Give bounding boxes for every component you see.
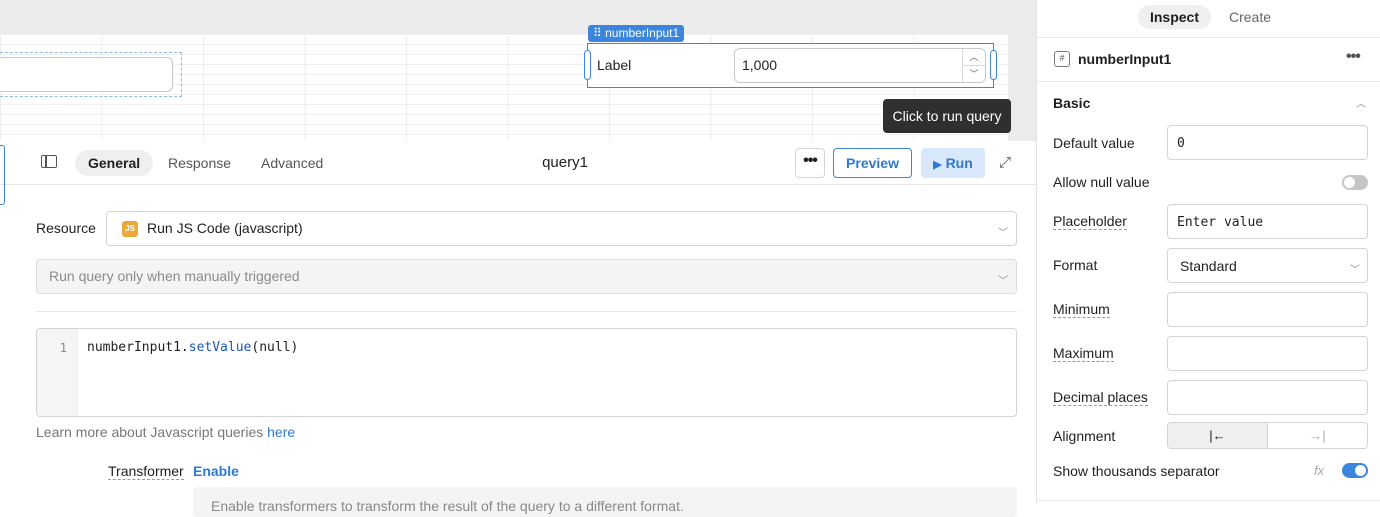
resource-value: Run JS Code (javascript) [147,220,303,236]
maximum-label: Maximum [1053,345,1114,362]
run-button[interactable]: ▶ Run [921,148,985,178]
chevron-up-icon[interactable]: ︿ [963,49,985,66]
component-more-button[interactable]: ••• [1346,48,1361,66]
format-value: Standard [1180,258,1237,274]
chevron-down-icon: ﹀ [998,228,1008,239]
alignment-toggle-group: |← →| [1167,422,1368,449]
code-line[interactable]: numberInput1.setValue(null) [87,340,298,355]
format-select[interactable]: Standard ﹀ [1167,248,1368,283]
decimal-places-label: Decimal places [1053,389,1148,406]
minimum-label: Minimum [1053,301,1110,318]
placeholder-label: Placeholder [1053,213,1127,230]
default-value-label: Default value [1053,135,1135,151]
default-value: 0 [1177,136,1185,151]
transformer-label: Transformer [108,463,184,480]
tab-create[interactable]: Create [1217,5,1283,29]
minimum-input[interactable] [1167,292,1368,327]
transformer-hint: Enable transformers to transform the res… [211,498,684,514]
resize-handle-left[interactable] [584,50,591,80]
component-name[interactable]: numberInput1 [1078,51,1171,67]
learn-more-link[interactable]: here [267,424,295,440]
more-options-button[interactable]: ••• [795,148,825,178]
divider [36,311,1017,312]
placeholder-value: Enter value [1177,215,1264,230]
code-method: setValue [188,340,252,355]
code-editor[interactable]: 1 numberInput1.setValue(null) [36,328,1017,417]
thousands-separator-toggle[interactable] [1342,463,1368,478]
learn-text: Learn more about Javascript queries [36,424,268,440]
trigger-value: Run query only when manually triggered [49,268,300,284]
preview-button[interactable]: Preview [833,148,912,178]
chevron-up-icon[interactable]: ︿ [1356,95,1366,110]
maximum-input[interactable] [1167,336,1368,371]
thousands-separator-label: Show thousands separator [1053,463,1220,479]
tab-inspect[interactable]: Inspect [1138,5,1211,29]
code-object: numberInput1 [87,340,181,355]
resource-label: Resource [36,220,96,236]
default-value-input[interactable]: 0 [1167,125,1368,160]
allow-null-label: Allow null value [1053,174,1150,190]
align-right-button[interactable]: →| [1268,423,1367,448]
run-label: Run [945,155,973,171]
number-input-value: 1,000 [742,57,778,73]
number-stepper[interactable]: ︿ ﹀ [962,49,985,82]
learn-more-text: Learn more about Javascript queries here [36,424,295,440]
align-left-button[interactable]: |← [1168,423,1268,448]
transformer-hint-box: Enable transformers to transform the res… [193,487,1017,517]
code-args: (null) [251,340,299,355]
section-basic[interactable]: Basic [1053,95,1090,111]
placeholder-input[interactable]: Enter value [1167,204,1368,239]
number-input-icon: # [1054,51,1070,67]
alignment-label: Alignment [1053,428,1116,444]
run-tooltip: Click to run query [883,99,1011,133]
expand-icon[interactable]: ⤢ [999,154,1011,171]
decimal-places-input[interactable] [1167,380,1368,415]
component-tag[interactable]: ⠿ numberInput1 [588,25,685,42]
chevron-down-icon[interactable]: ﹀ [963,66,985,83]
transformer-enable-link[interactable]: Enable [193,463,239,479]
allow-null-toggle[interactable] [1342,175,1368,190]
divider [1036,81,1380,82]
format-label: Format [1053,257,1098,273]
canvas-text-input[interactable] [0,57,173,92]
js-icon: JS [122,221,138,237]
play-icon: ▶ [933,159,942,171]
resize-handle-right[interactable] [990,50,997,80]
line-number: 1 [37,329,78,416]
chevron-down-icon: ﹀ [1350,265,1360,276]
code-dot: . [180,340,189,355]
component-tag-label: numberInput1 [605,26,680,40]
number-input-label: Label [597,57,632,73]
divider [1036,500,1380,501]
chevron-down-icon: ﹀ [998,276,1008,287]
fx-icon[interactable]: fx [1314,463,1324,478]
